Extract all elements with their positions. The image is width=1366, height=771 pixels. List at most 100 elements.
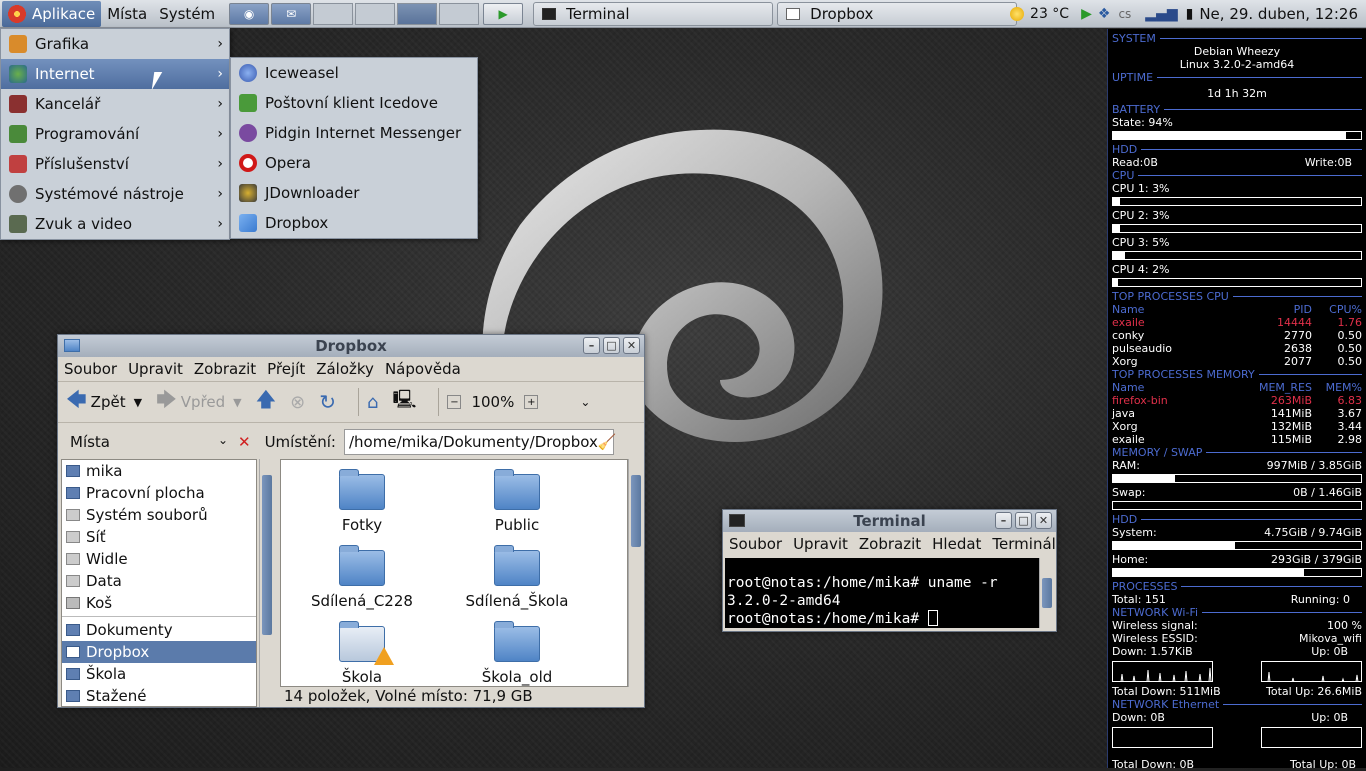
menu-hledat[interactable]: Hledat xyxy=(932,535,981,553)
menu-item-iceweasel[interactable]: Iceweasel xyxy=(231,58,477,88)
folder-public[interactable]: Public xyxy=(442,469,592,534)
sidebar-item-system-souboru[interactable]: Systém souborů xyxy=(62,504,256,526)
applications-menu-button[interactable]: Aplikace xyxy=(2,0,102,27)
menu-item-pidgin[interactable]: Pidgin Internet Messenger xyxy=(231,118,477,148)
minimize-button[interactable]: – xyxy=(995,512,1012,529)
location-label: Umístění: xyxy=(264,433,336,451)
workspace-1[interactable] xyxy=(313,2,354,25)
minimize-button[interactable]: – xyxy=(583,337,600,354)
menu-item-kancelar[interactable]: Kancelář › xyxy=(1,89,229,119)
sidebar-item-skola[interactable]: Škola xyxy=(62,663,256,685)
browser-launcher-icon[interactable]: ◉ xyxy=(229,2,270,25)
folder-fotky[interactable]: Fotky xyxy=(287,469,437,534)
file-manager-titlebar[interactable]: Dropbox – □ ✕ xyxy=(58,335,644,357)
iceweasel-icon xyxy=(239,64,257,82)
sidebar-item-data[interactable]: Data xyxy=(62,570,256,592)
media-play-tray-icon[interactable]: ▶ xyxy=(1081,6,1092,22)
terminal-titlebar[interactable]: Terminal – □ ✕ xyxy=(723,510,1056,532)
network-signal-icon[interactable]: ▂▄▆ xyxy=(1145,6,1177,22)
menu-zobrazit[interactable]: Zobrazit xyxy=(194,360,256,378)
sidebar-item-dropbox[interactable]: Dropbox xyxy=(62,641,256,663)
mail-launcher-icon[interactable]: ✉ xyxy=(271,2,312,25)
menu-item-prislusenstvi[interactable]: Příslušenství › xyxy=(1,149,229,179)
menu-item-jdownloader[interactable]: JDownloader xyxy=(231,178,477,208)
back-button[interactable]: 🡄 Zpět ▼ xyxy=(66,385,142,419)
cpu4-label: CPU 4: 2% xyxy=(1112,263,1170,276)
folder-sdilena-c228[interactable]: Sdílená_C228 xyxy=(287,545,437,610)
stop-button[interactable]: ⊗ xyxy=(290,392,305,413)
terminal-output[interactable]: root@notas:/home/mika# uname -r 3.2.0-2-… xyxy=(725,558,1039,628)
top-mem-row: Xorg 132MiB 3.44 xyxy=(1112,420,1362,433)
menu-item-systemove-nastroje[interactable]: Systémové nástroje › xyxy=(1,179,229,209)
menu-item-internet[interactable]: Internet › xyxy=(1,59,229,89)
sidebar-item-widle[interactable]: Widle xyxy=(62,548,256,570)
folder-skola-old[interactable]: Škola_old xyxy=(442,621,592,686)
menu-soubor[interactable]: Soubor xyxy=(64,360,117,378)
eth-down: Down: 0B xyxy=(1112,711,1165,724)
system-tools-icon xyxy=(9,185,27,203)
sidebar-item-mika[interactable]: mika xyxy=(62,460,256,482)
menu-upravit[interactable]: Upravit xyxy=(793,535,848,553)
menu-item-zvuk-a-video[interactable]: Zvuk a video › xyxy=(1,209,229,239)
menu-item-opera[interactable]: Opera xyxy=(231,148,477,178)
chevron-down-icon: ⌄ xyxy=(217,433,228,447)
home-button[interactable]: ⌂ xyxy=(367,392,378,413)
sidebar-item-stazene[interactable]: Stažené xyxy=(62,685,256,707)
task-terminal[interactable]: Terminal xyxy=(533,1,774,26)
computer-button[interactable]: 🖳 xyxy=(392,387,416,417)
terminal-scrollbar[interactable] xyxy=(1039,558,1053,628)
clock[interactable]: Ne, 29. duben, 12:26 xyxy=(1199,5,1358,23)
menu-prejit[interactable]: Přejít xyxy=(267,360,305,378)
places-selector[interactable]: Místa ⌄ xyxy=(58,433,238,451)
folder-icon xyxy=(66,668,80,680)
close-sidebar-icon[interactable]: ✕ xyxy=(238,433,251,451)
maximize-button[interactable]: □ xyxy=(603,337,620,354)
dropbox-tray-icon[interactable]: ❖ xyxy=(1098,6,1111,22)
reload-button[interactable]: ↻ xyxy=(319,390,336,414)
sidebar-item-pracovni-plocha[interactable]: Pracovní plocha xyxy=(62,482,256,504)
folder-skola[interactable]: Škola xyxy=(287,621,437,686)
icedove-mail-icon xyxy=(239,94,257,112)
bar-fill xyxy=(1113,252,1126,259)
menu-item-programovani[interactable]: Programování › xyxy=(1,119,229,149)
menu-upravit[interactable]: Upravit xyxy=(128,360,183,378)
workspace-3[interactable] xyxy=(397,2,438,25)
battery-icon[interactable]: ▮ xyxy=(1186,6,1194,22)
keyboard-layout[interactable]: cs xyxy=(1118,7,1131,21)
close-button[interactable]: ✕ xyxy=(1035,512,1052,529)
folder-sdilena-skola[interactable]: Sdílená_Škola xyxy=(442,545,592,610)
sidebar-item-dokumenty[interactable]: Dokumenty xyxy=(62,619,256,641)
sidebar-item-kos[interactable]: Koš xyxy=(62,592,256,614)
workspace-4[interactable] xyxy=(439,2,480,25)
menu-zobrazit[interactable]: Zobrazit xyxy=(859,535,921,553)
arrow-right-icon: 🡆 xyxy=(156,387,177,411)
menu-napoveda[interactable]: Nápověda xyxy=(385,360,461,378)
menu-item-icedove[interactable]: Poštovní klient Icedove xyxy=(231,88,477,118)
terminal-icon xyxy=(542,7,557,20)
zoom-out-button[interactable]: − xyxy=(447,395,462,409)
close-button[interactable]: ✕ xyxy=(623,337,640,354)
sidebar-item-sit[interactable]: Síť xyxy=(62,526,256,548)
menu-zalozky[interactable]: Záložky xyxy=(316,360,374,378)
up-button[interactable]: 🡅 xyxy=(256,385,277,419)
menu-item-dropbox[interactable]: Dropbox xyxy=(231,208,477,238)
location-input[interactable]: /home/mika/Dokumenty/Dropbox 🧹 xyxy=(344,429,617,455)
places-menu-button[interactable]: Místa xyxy=(101,1,153,27)
weather-temperature[interactable]: 23 °C xyxy=(1030,6,1069,22)
zoom-in-button[interactable]: + xyxy=(524,395,539,409)
menu-soubor[interactable]: Soubor xyxy=(729,535,782,553)
weather-sun-icon[interactable] xyxy=(1010,7,1025,21)
workspace-2[interactable] xyxy=(355,2,396,25)
clear-broom-icon[interactable]: 🧹 xyxy=(598,433,617,451)
system-menu-button[interactable]: Systém xyxy=(153,1,221,27)
media-play-icon[interactable]: ▶ xyxy=(483,2,524,25)
sidebar-scrollbar[interactable] xyxy=(259,459,273,707)
menu-item-grafika[interactable]: Grafika › xyxy=(1,29,229,59)
location-row: Místa ⌄ ✕ Umístění: /home/mika/Dokumenty/… xyxy=(58,423,644,461)
menu-terminal[interactable]: Terminál xyxy=(992,535,1055,553)
task-dropbox[interactable]: Dropbox xyxy=(777,1,1018,26)
file-view-scrollbar[interactable] xyxy=(628,459,642,687)
view-menu-button[interactable]: ⌄ xyxy=(580,395,590,409)
maximize-button[interactable]: □ xyxy=(1015,512,1032,529)
forward-button[interactable]: 🡆 Vpřed ▼ xyxy=(156,385,242,419)
